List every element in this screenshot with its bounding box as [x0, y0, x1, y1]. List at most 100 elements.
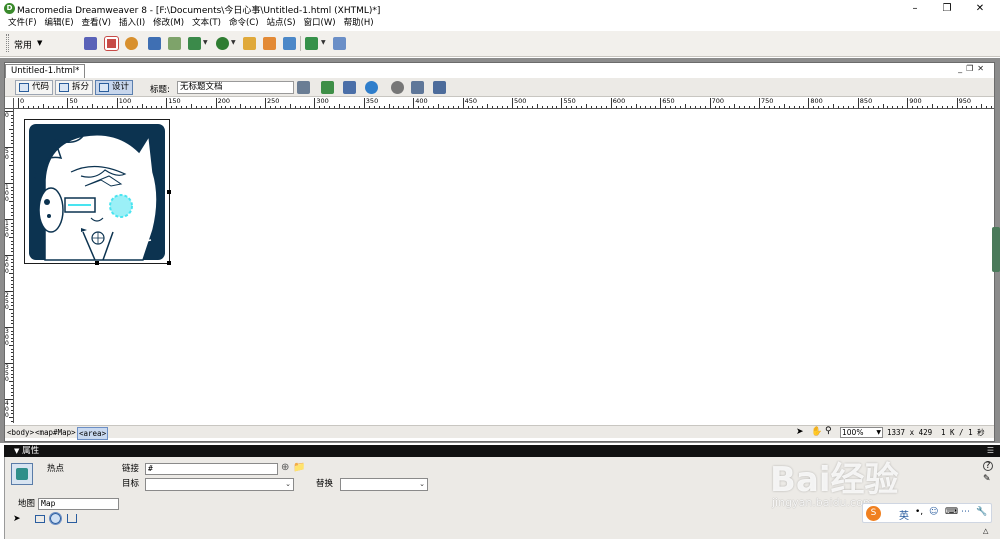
templates-icon[interactable] [305, 37, 318, 50]
alt-dropdown-icon: ⌄ [419, 480, 425, 488]
email-link-icon[interactable] [104, 36, 119, 51]
ruler-major-tick [363, 98, 365, 108]
hyperlink-icon[interactable] [84, 37, 97, 50]
menu-insert[interactable]: 插入(I) [115, 17, 149, 30]
menu-edit[interactable]: 编辑(E) [41, 17, 78, 30]
insert-category-label[interactable]: 常用 [14, 38, 32, 51]
polygon-hotspot-tool-icon[interactable] [67, 514, 77, 523]
media-icon[interactable] [216, 37, 229, 50]
menu-file[interactable]: 文件(F) [4, 17, 41, 30]
point-to-file-icon[interactable]: ⊕ [281, 462, 289, 473]
ime-punctuation-icon[interactable]: •, [915, 507, 923, 517]
tag-selector-map[interactable]: <map#Map> [35, 427, 76, 438]
zoom-select[interactable]: 100% ▼ [840, 427, 883, 438]
named-anchor-icon[interactable] [125, 37, 138, 50]
image-with-hotspot[interactable] [24, 119, 171, 265]
ime-settings-icon[interactable]: 🔧 [976, 507, 987, 517]
menu-modify[interactable]: 修改(M) [149, 17, 188, 30]
target-label: 目标 [122, 479, 140, 489]
status-bar: <body> <map#Map> <area> ➤ ✋ ⚲ 100% ▼ 133… [5, 425, 994, 440]
ruler-minor-tick [423, 106, 425, 108]
design-canvas[interactable] [15, 110, 991, 422]
ruler-minor-tick [200, 106, 202, 108]
ime-tools-icon[interactable]: ⋯ [961, 507, 970, 517]
layer-icon[interactable] [168, 37, 181, 50]
tag-selector-area[interactable]: <area> [77, 427, 109, 440]
image-dropdown-icon[interactable]: ▼ [203, 39, 208, 46]
ruler-minor-tick [11, 352, 13, 354]
menu-site[interactable]: 站点(S) [263, 17, 300, 30]
ime-keyboard-icon[interactable]: ⌨ [945, 507, 958, 517]
resize-handle-bottom[interactable] [95, 261, 99, 265]
zoom-tool-icon[interactable]: ⚲ [825, 426, 832, 436]
ruler-minor-tick [566, 106, 568, 108]
ruler-label: 0 [20, 98, 25, 105]
menu-help[interactable]: 帮助(H) [340, 17, 378, 30]
ruler-minor-tick [961, 106, 963, 108]
pointer-tool-icon[interactable]: ➤ [796, 427, 804, 437]
tag-chooser-icon[interactable] [333, 37, 346, 50]
ruler-label: 100 [118, 98, 132, 105]
menu-window[interactable]: 窗口(W) [300, 17, 340, 30]
target-select[interactable]: ⌄ [145, 478, 294, 491]
ime-emoji-icon[interactable]: ☺ [929, 507, 938, 517]
browse-folder-icon[interactable]: 📁 [293, 462, 305, 473]
document-window-controls[interactable]: _❐✕ [958, 64, 988, 73]
templates-dropdown-icon[interactable]: ▼ [321, 39, 326, 46]
head-content-icon[interactable] [283, 37, 296, 50]
date-icon[interactable] [243, 37, 256, 50]
ruler-minor-tick [11, 244, 13, 246]
visual-aids-icon[interactable] [433, 81, 446, 94]
ruler-minor-tick [739, 106, 741, 108]
code-view-button[interactable]: 代码 [15, 80, 54, 95]
design-view-button[interactable]: 设计 [95, 80, 134, 95]
toolbar-grip[interactable] [6, 34, 9, 52]
scroll-thumb[interactable] [992, 227, 1000, 272]
preview-in-browser-icon[interactable] [365, 81, 378, 94]
pointer-hotspot-tool-icon[interactable]: ➤ [13, 514, 21, 524]
maximize-icon[interactable]: ❐ [932, 0, 962, 17]
view-options-icon[interactable] [411, 81, 424, 94]
ime-language[interactable]: 英 [899, 507, 909, 522]
page-title-input[interactable]: 无标题文档 [177, 81, 294, 94]
ruler-minor-tick [398, 106, 400, 108]
split-view-button[interactable]: 拆分 [55, 80, 94, 95]
tag-selector-body[interactable]: <body> [7, 427, 34, 438]
menu-text[interactable]: 文本(T) [188, 17, 225, 30]
ruler-minor-tick [126, 106, 128, 108]
rectangle-hotspot-tool-icon[interactable] [35, 515, 45, 523]
file-management-icon[interactable] [343, 81, 356, 94]
alt-select[interactable]: ⌄ [340, 478, 428, 491]
image-icon[interactable] [188, 37, 201, 50]
ruler-minor-tick [309, 106, 311, 108]
ruler-minor-tick [9, 345, 13, 346]
minimize-icon[interactable]: – [900, 0, 930, 17]
refresh-design-view-icon[interactable] [391, 81, 404, 94]
table-icon[interactable] [148, 37, 161, 50]
no-browser-check-errors-icon[interactable] [297, 81, 310, 94]
menu-commands[interactable]: 命令(C) [225, 17, 263, 30]
document-tab[interactable]: Untitled-1.html* [5, 64, 86, 78]
window-size[interactable]: 1337 x 429 [887, 427, 932, 438]
expand-panel-icon[interactable]: △ [983, 527, 988, 535]
media-dropdown-icon[interactable]: ▼ [231, 39, 236, 46]
sogou-ime-icon[interactable]: S [866, 506, 881, 521]
resize-handle-right[interactable] [167, 190, 171, 194]
comment-icon[interactable] [263, 37, 276, 50]
hand-tool-icon[interactable]: ✋ [811, 427, 822, 437]
map-name-input[interactable]: Map [38, 498, 119, 510]
ruler-minor-tick [11, 233, 13, 235]
resize-handle-corner[interactable] [167, 261, 171, 265]
circle-hotspot-tool-icon[interactable] [49, 512, 62, 525]
ruler-major-tick [413, 98, 415, 108]
category-dropdown-icon[interactable]: ▼ [37, 39, 42, 47]
ruler-major-tick [660, 98, 662, 108]
page-title-label: 标题: [150, 85, 170, 95]
close-icon[interactable]: ✕ [965, 0, 995, 17]
validate-markup-icon[interactable] [321, 81, 334, 94]
ruler-minor-tick [11, 197, 13, 199]
menu-view[interactable]: 查看(V) [78, 17, 115, 30]
ruler-minor-tick [319, 106, 321, 108]
ruler-minor-tick [852, 106, 854, 108]
link-input[interactable]: # [145, 463, 278, 475]
